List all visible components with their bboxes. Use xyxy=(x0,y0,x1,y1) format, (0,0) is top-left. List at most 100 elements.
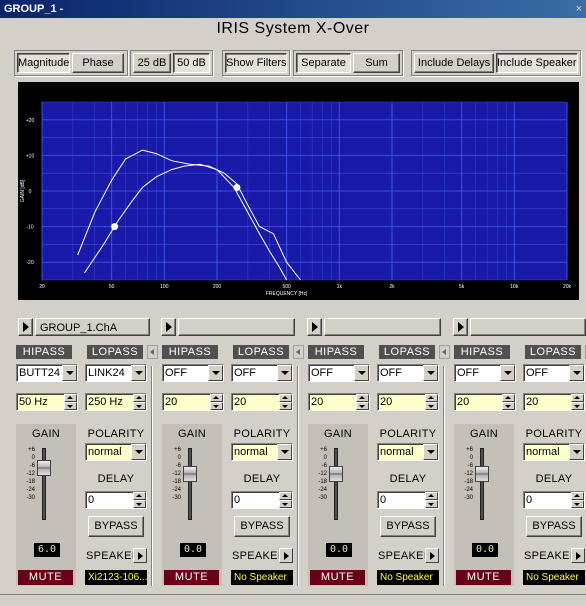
lopass-freq-stepper[interactable]: 20 xyxy=(523,393,585,411)
lopass-type-select[interactable]: LINK24 xyxy=(85,364,147,382)
bypass-button[interactable]: BYPASS xyxy=(88,516,144,537)
spin-buttons[interactable] xyxy=(425,394,438,410)
chevron-down-icon[interactable] xyxy=(208,365,223,381)
spin-up-icon[interactable] xyxy=(502,394,515,402)
chevron-down-icon[interactable] xyxy=(277,444,292,460)
spin-up-icon[interactable] xyxy=(133,492,146,500)
mute-button[interactable]: MUTE xyxy=(164,570,219,585)
bypass-button[interactable]: BYPASS xyxy=(380,516,436,537)
phase-button[interactable]: Phase xyxy=(72,53,124,73)
speaker-select-button[interactable] xyxy=(425,548,439,563)
chevron-down-icon[interactable] xyxy=(500,365,515,381)
spin-buttons[interactable] xyxy=(210,394,223,410)
spin-up-icon[interactable] xyxy=(133,394,146,402)
hipass-type-select[interactable]: BUTT24 xyxy=(16,364,78,382)
spin-up-icon[interactable] xyxy=(571,492,584,500)
chevron-down-icon[interactable] xyxy=(423,365,438,381)
delay-stepper[interactable]: 0 xyxy=(523,491,585,509)
gain-fader-knob[interactable] xyxy=(475,466,489,482)
chevron-down-icon[interactable] xyxy=(62,365,77,381)
include-speakers-button[interactable]: Include Speakers xyxy=(496,53,578,73)
lopass-freq-stepper[interactable]: 20 xyxy=(231,393,293,411)
50db-button[interactable]: 50 dB xyxy=(173,53,210,73)
polarity-select[interactable]: normal xyxy=(85,443,147,461)
spin-buttons[interactable] xyxy=(64,394,77,410)
show-filters-button[interactable]: Show Filters xyxy=(225,53,287,73)
delay-stepper[interactable]: 0 xyxy=(377,491,439,509)
separate-button[interactable]: Separate xyxy=(296,53,351,73)
spin-down-icon[interactable] xyxy=(502,402,515,410)
gain-fader-knob[interactable] xyxy=(329,466,343,482)
spin-buttons[interactable] xyxy=(279,394,292,410)
polarity-select[interactable]: normal xyxy=(523,443,585,461)
hipass-type-select[interactable]: OFF xyxy=(162,364,224,382)
spin-buttons[interactable] xyxy=(571,394,584,410)
spin-up-icon[interactable] xyxy=(425,492,438,500)
spin-up-icon[interactable] xyxy=(279,492,292,500)
speaker-select-button[interactable] xyxy=(133,548,147,563)
spin-up-icon[interactable] xyxy=(571,394,584,402)
chevron-down-icon[interactable] xyxy=(354,365,369,381)
speaker-select-button[interactable] xyxy=(279,548,293,563)
lopass-type-select[interactable]: OFF xyxy=(231,364,293,382)
spin-up-icon[interactable] xyxy=(210,394,223,402)
lopass-type-select[interactable]: OFF xyxy=(377,364,439,382)
spin-down-icon[interactable] xyxy=(64,402,77,410)
25db-button[interactable]: 25 dB xyxy=(133,53,171,73)
spin-up-icon[interactable] xyxy=(64,394,77,402)
spin-down-icon[interactable] xyxy=(571,402,584,410)
spin-down-icon[interactable] xyxy=(133,500,146,508)
spin-buttons[interactable] xyxy=(425,492,438,508)
spin-buttons[interactable] xyxy=(502,394,515,410)
spin-buttons[interactable] xyxy=(279,492,292,508)
chevron-left-icon[interactable] xyxy=(147,345,158,359)
channel-name-field[interactable]: GROUP_1.ChA xyxy=(35,318,150,336)
gain-fader-knob[interactable] xyxy=(183,466,197,482)
spin-down-icon[interactable] xyxy=(279,500,292,508)
spin-buttons[interactable] xyxy=(571,492,584,508)
spin-down-icon[interactable] xyxy=(210,402,223,410)
lopass-freq-stepper[interactable]: 250 Hz xyxy=(85,393,147,411)
spin-down-icon[interactable] xyxy=(356,402,369,410)
speaker-select-button[interactable] xyxy=(571,548,585,563)
channel-expand-button-3[interactable] xyxy=(307,318,322,336)
hipass-freq-stepper[interactable]: 20 xyxy=(162,393,224,411)
polarity-select[interactable]: normal xyxy=(231,443,293,461)
gain-fader-track[interactable] xyxy=(480,448,484,520)
chevron-down-icon[interactable] xyxy=(131,365,146,381)
include-delays-button[interactable]: Include Delays xyxy=(414,53,494,73)
sum-button[interactable]: Sum xyxy=(353,53,400,73)
chevron-down-icon[interactable] xyxy=(423,444,438,460)
spin-buttons[interactable] xyxy=(133,492,146,508)
channel-name-field-2[interactable] xyxy=(178,318,295,336)
gain-fader-track[interactable] xyxy=(334,448,338,520)
close-icon[interactable]: × xyxy=(576,0,582,18)
spin-down-icon[interactable] xyxy=(279,402,292,410)
chevron-down-icon[interactable] xyxy=(569,444,584,460)
mute-button[interactable]: MUTE xyxy=(456,570,511,585)
magnitude-button[interactable]: Magnitude xyxy=(17,53,70,73)
spin-down-icon[interactable] xyxy=(425,402,438,410)
channel-expand-button-4[interactable] xyxy=(453,318,468,336)
spin-up-icon[interactable] xyxy=(356,394,369,402)
channel-expand-button[interactable] xyxy=(18,318,33,336)
chevron-down-icon[interactable] xyxy=(569,365,584,381)
hipass-type-select[interactable]: OFF xyxy=(454,364,516,382)
hipass-freq-stepper[interactable]: 20 xyxy=(308,393,370,411)
polarity-select[interactable]: normal xyxy=(377,443,439,461)
mute-button[interactable]: MUTE xyxy=(18,570,73,585)
hipass-type-select[interactable]: OFF xyxy=(308,364,370,382)
chevron-left-icon[interactable] xyxy=(439,345,450,359)
lopass-freq-stepper[interactable]: 20 xyxy=(377,393,439,411)
chevron-down-icon[interactable] xyxy=(277,365,292,381)
chevron-down-icon[interactable] xyxy=(131,444,146,460)
gain-fader-knob[interactable] xyxy=(37,460,51,476)
mute-button[interactable]: MUTE xyxy=(310,570,365,585)
bypass-button[interactable]: BYPASS xyxy=(234,516,290,537)
spin-buttons[interactable] xyxy=(133,394,146,410)
hipass-freq-stepper[interactable]: 20 xyxy=(454,393,516,411)
channel-name-field-3[interactable] xyxy=(324,318,441,336)
spin-down-icon[interactable] xyxy=(425,500,438,508)
lopass-type-select[interactable]: OFF xyxy=(523,364,585,382)
frequency-response-graph[interactable]: +20 +10 0 -10 -20 20 50 100 200 500 1k 2k 5k 10k 20k FR… xyxy=(18,82,579,300)
